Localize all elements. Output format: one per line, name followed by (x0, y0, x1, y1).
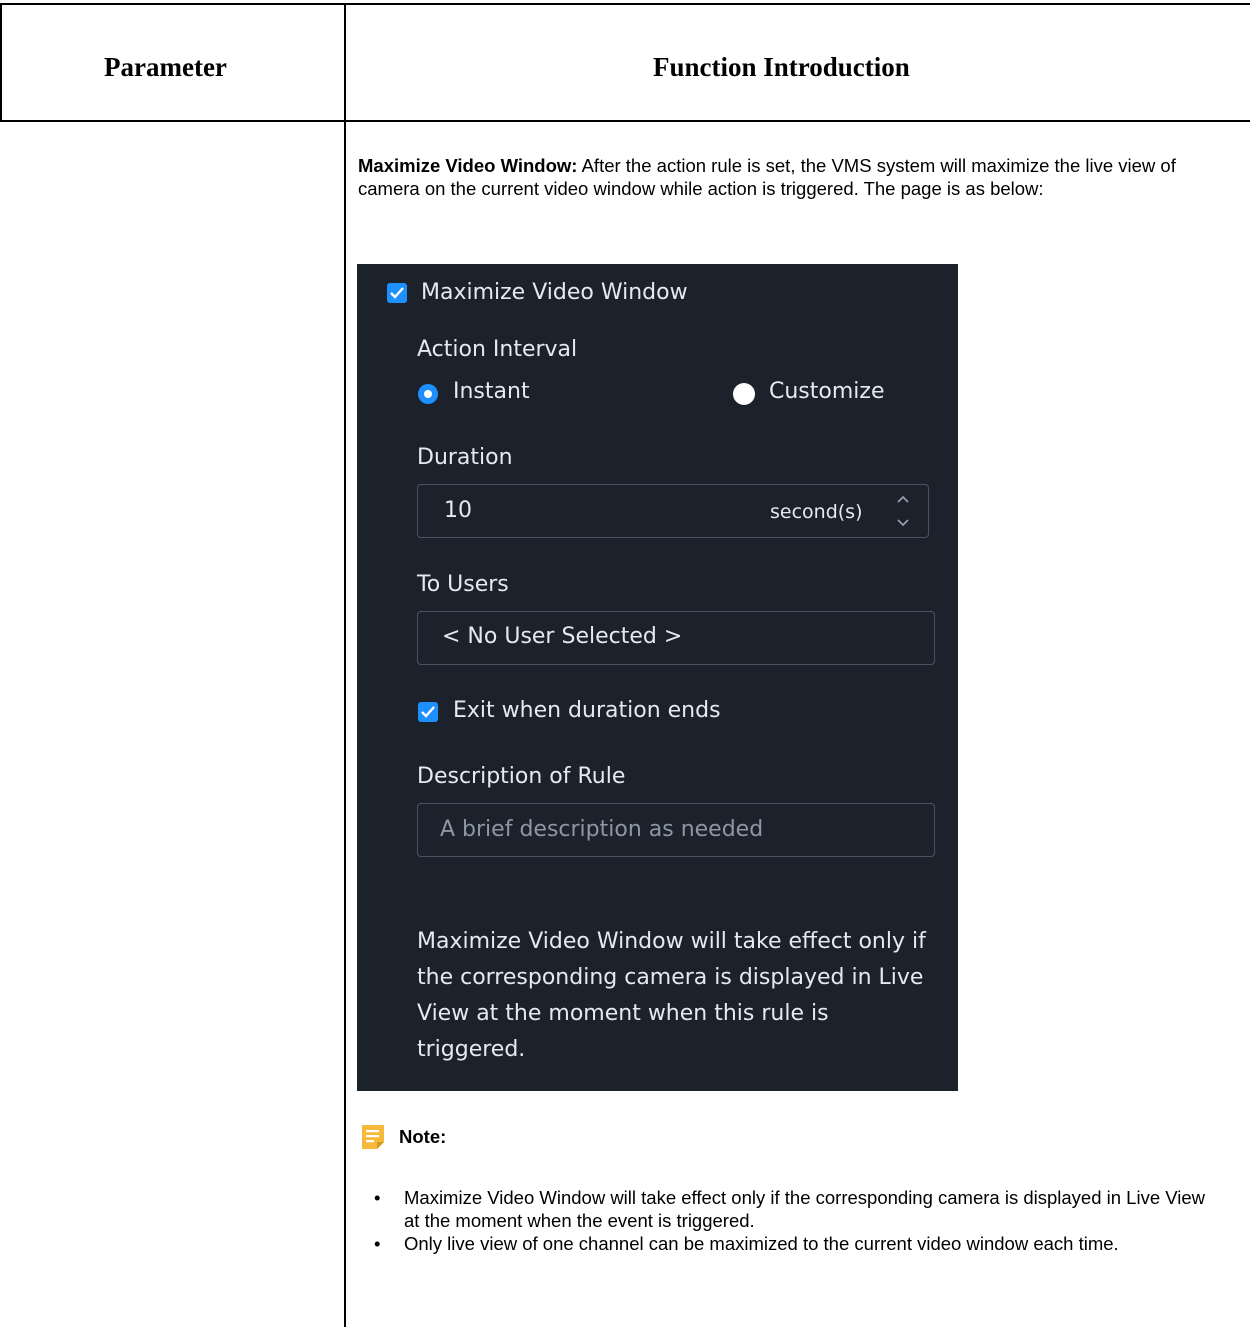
maximize-video-window-panel: Maximize Video Window Action Interval In… (357, 264, 958, 1091)
table-header-divider (0, 120, 1250, 122)
radio-instant[interactable] (418, 384, 438, 404)
to-users-value: < No User Selected > (442, 624, 683, 649)
radio-customize[interactable] (733, 383, 755, 405)
intro-paragraph: Maximize Video Window: After the action … (358, 154, 1208, 200)
radio-customize-label[interactable]: Customize (769, 379, 884, 404)
table-border-left (0, 3, 2, 121)
duration-unit: second(s) (770, 501, 863, 523)
to-users-selector[interactable]: < No User Selected > (417, 611, 935, 665)
exit-checkbox[interactable] (418, 702, 438, 722)
maximize-checkbox[interactable] (387, 283, 407, 303)
checkmark-icon (421, 706, 435, 718)
duration-label: Duration (417, 445, 513, 470)
note-icon (362, 1125, 384, 1149)
list-item: • Only live view of one channel can be ma… (374, 1233, 1119, 1254)
header-function-introduction: Function Introduction (653, 52, 910, 82)
note-item-text: Only live view of one channel can be max… (404, 1233, 1119, 1254)
duration-stepper[interactable]: second(s) (417, 484, 929, 538)
description-label: Description of Rule (417, 764, 626, 789)
note-list: • Maximize Video Window will take effect … (374, 1186, 1224, 1255)
header-parameter: Parameter (104, 52, 227, 82)
stepper-arrows-icon[interactable] (896, 494, 910, 528)
note-item-text: Maximize Video Window will take effect o… (404, 1187, 1206, 1231)
list-item: • Maximize Video Window will take effect … (374, 1187, 1206, 1231)
intro-bold-term: Maximize Video Window: (358, 155, 578, 176)
duration-input[interactable] (444, 498, 644, 523)
radio-instant-label[interactable]: Instant (453, 379, 530, 404)
table-border-top (0, 3, 1250, 5)
to-users-label: To Users (417, 572, 509, 597)
panel-notice-text: Maximize Video Window will take effect o… (417, 929, 926, 1062)
exit-checkbox-label[interactable]: Exit when duration ends (453, 698, 721, 723)
checkmark-icon (390, 287, 404, 299)
table-column-divider (344, 3, 346, 1327)
description-field[interactable] (417, 803, 935, 857)
note-label: Note: (399, 1126, 447, 1147)
maximize-checkbox-label[interactable]: Maximize Video Window (421, 280, 688, 305)
description-input[interactable] (440, 817, 910, 842)
action-interval-label: Action Interval (417, 337, 578, 362)
